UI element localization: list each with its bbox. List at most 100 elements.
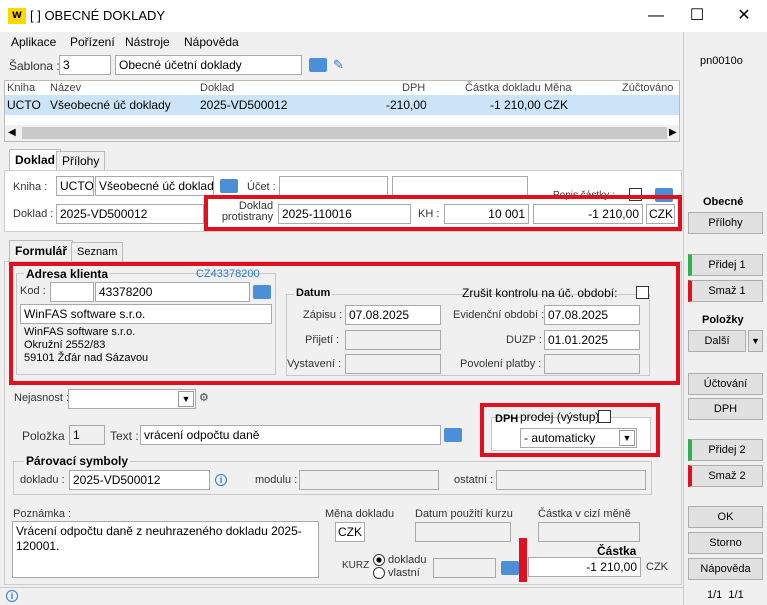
polozka-label: Položka : [22,429,72,443]
folder-icon[interactable] [444,428,462,442]
menu-nastroje[interactable]: Nástroje [125,35,170,49]
castka-label: Částka [597,544,637,558]
menu-porizeni[interactable]: Pořízení [70,35,115,49]
grid-header-doklad[interactable]: Doklad [200,82,234,94]
poznamka-textarea[interactable]: Vrácení odpočtu daně z neuhrazeného dokl… [12,521,319,578]
folder-icon[interactable] [501,561,519,575]
settings-slider-icon[interactable]: ⚙ [199,391,209,404]
ucet-label: Účet : [247,181,276,193]
folder-icon[interactable] [309,58,327,72]
edit-pencil-icon[interactable]: ✎ [333,57,344,73]
close-button[interactable]: ✕ [728,4,760,28]
grid-cell-kniha: UCTO [7,98,41,112]
tab-prilohy[interactable]: Přílohy [56,151,106,171]
tab-seznam[interactable]: Seznam [71,242,124,262]
parovaci-title: Párovací symboly [24,454,131,468]
datum-kurzu-label: Datum použití kurzu [415,508,513,520]
grid-header-mena[interactable]: Měna [544,82,572,94]
chevron-down-icon: ▼ [178,391,194,407]
mena-dokladu-input[interactable]: CZK [335,522,365,542]
kurz-input[interactable] [433,558,496,578]
dalsi-button[interactable]: Další [688,330,746,352]
highlight-box [480,403,660,457]
radio-dokladu-label: dokladu [388,554,427,566]
menu-aplikace[interactable]: Aplikace [11,35,56,49]
datum-kurzu-input[interactable] [415,522,511,542]
storno-button[interactable]: Storno [688,532,763,554]
kniha-code-input[interactable]: UCTO [56,176,94,196]
highlight-box [519,538,527,582]
maximize-button[interactable]: ☐ [681,4,713,28]
minimize-button[interactable]: — [640,4,672,28]
par-dokladu-input[interactable]: 2025-VD500012 [69,470,210,490]
kniha-name-input[interactable]: Všeobecné úč doklad [95,176,214,196]
status-bar [0,587,683,605]
grid-cell-doklad: 2025-VD500012 [200,98,288,112]
ucet-input[interactable] [279,176,388,196]
ok-button[interactable]: OK [688,506,763,528]
form-code: pn0010o [700,55,743,67]
smaz-1-button[interactable]: Smaž 1 [688,280,763,302]
grid-header-zuctovano[interactable]: Zúčtováno [622,82,673,94]
grid-cell-dph: -210,00 [386,98,427,112]
smaz-2-button[interactable]: Smaž 2 [688,465,763,487]
uctovani-button[interactable]: Účtování [688,373,763,395]
modulu-label: modulu : [255,474,298,486]
sablona-name-input[interactable]: Obecné účetní doklady [115,55,302,75]
doklad-label: Doklad : [13,208,54,220]
info-icon[interactable]: i [6,590,18,602]
ostatni-label: ostatní : [454,474,494,486]
grid-header-nazev[interactable]: Název [50,82,81,94]
grid-header-dph[interactable]: DPH [402,82,425,94]
grid-cell-castka: -1 210,00 [490,98,541,112]
castka-cizi-label: Částka v cizí měně [538,508,631,520]
polozky-title: Položky [702,314,744,326]
dph-button[interactable]: DPH [688,398,763,420]
pager: 1/1 1/1 [707,589,744,601]
kurz-label: KURZ [342,560,370,571]
radio-vlastni-label: vlastní [388,567,420,579]
text-label: Text : [110,429,139,443]
modulu-input[interactable] [299,470,439,490]
grid-header-kniha[interactable]: Kniha [7,82,35,94]
highlight-box [204,195,682,231]
castka-input[interactable]: -1 210,00 [528,557,641,577]
chevron-down-icon[interactable]: ▼ [748,330,763,352]
ostatni-input[interactable] [496,470,646,490]
tab-doklad[interactable]: Doklad [9,149,62,171]
grid-cell-nazev: Všeobecné úč doklady [50,98,171,112]
doklad-input[interactable]: 2025-VD500012 [56,204,204,224]
scroll-left-icon[interactable]: ◀ [8,127,16,138]
window-title: [ ] OBECNÉ DOKLADY [30,8,166,23]
text-input[interactable]: vrácení odpočtu daně [140,425,441,445]
nejasnost-label: Nejasnost : [14,392,70,404]
tab-formular[interactable]: Formulář [9,240,74,262]
kniha-label: Kniha : [13,181,48,193]
nejasnost-select[interactable]: ▼ [68,389,196,409]
napoveda-button[interactable]: Nápověda [688,558,763,580]
menu-napoveda[interactable]: Nápověda [184,35,239,49]
highlight-box [9,262,680,385]
prilohy-button[interactable]: Přílohy [688,212,763,234]
folder-icon[interactable] [220,179,238,193]
radio-dokladu[interactable] [373,554,385,566]
radio-vlastni[interactable] [373,567,385,579]
scroll-right-icon[interactable]: ▶ [669,127,677,138]
castka-currency: CZK [646,561,668,573]
dokladu-label: dokladu : [20,474,65,486]
info-icon[interactable]: i [215,474,227,486]
grid-cell-mena: CZK [544,98,568,112]
sablona-label: Šablona : [9,59,60,73]
obecne-title: Obecné [703,196,744,208]
app-logo: W [8,8,26,24]
sablona-code-input[interactable]: 3 [59,55,111,75]
mena-dokladu-label: Měna dokladu [325,508,395,520]
castka-cizi-input[interactable] [538,522,640,542]
grid-header-castka[interactable]: Částka dokladu [465,82,541,94]
pridej-1-button[interactable]: Přidej 1 [688,254,763,276]
scrollbar-thumb[interactable] [22,127,667,139]
ucet-name-input[interactable] [392,176,528,196]
poznamka-label: Poznámka : [13,508,72,520]
pridej-2-button[interactable]: Přidej 2 [688,439,763,461]
polozka-input[interactable]: 1 [69,425,105,445]
